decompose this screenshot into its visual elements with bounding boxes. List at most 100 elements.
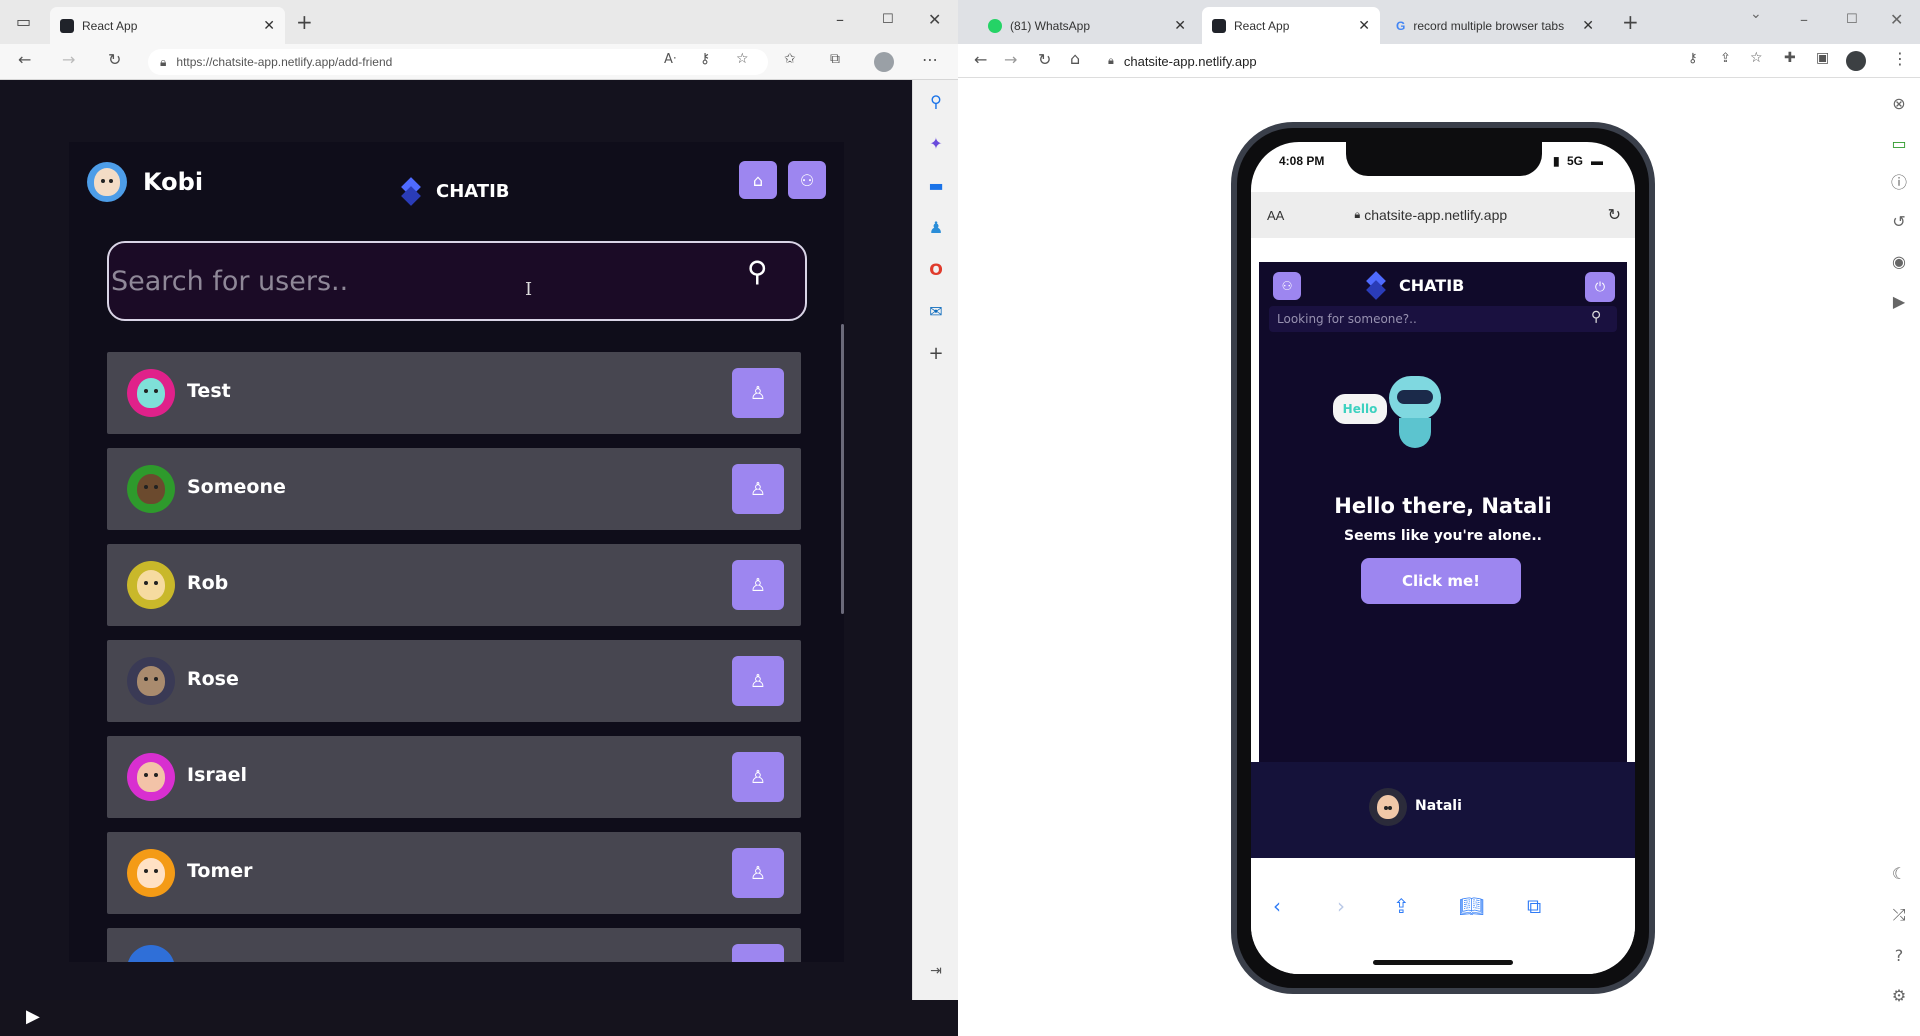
dark-mode-icon[interactable]: ☾ xyxy=(1888,862,1910,884)
new-tab-icon[interactable]: + xyxy=(296,10,313,34)
forward-icon[interactable]: → xyxy=(1004,50,1017,69)
search-icon[interactable]: ⚲ xyxy=(925,90,947,112)
close-panel-icon[interactable]: ⊗ xyxy=(1888,92,1910,114)
tools-icon[interactable]: ▬ xyxy=(925,174,947,196)
share-icon[interactable]: ⇪ xyxy=(1720,51,1731,66)
office-icon[interactable]: O xyxy=(925,258,947,280)
tab-close-icon[interactable]: ✕ xyxy=(263,17,275,34)
bookmarks-icon[interactable]: 📖︎ xyxy=(1459,894,1484,918)
key-icon[interactable]: ⚷ xyxy=(700,51,710,67)
search-icon[interactable]: ⚲ xyxy=(1591,309,1601,325)
lock-icon: 🔒︎ xyxy=(1354,208,1361,221)
minimize-icon[interactable]: – xyxy=(836,10,844,29)
video-icon[interactable]: ▶ xyxy=(1888,290,1910,312)
forward-icon[interactable]: → xyxy=(62,50,75,69)
favorite-icon[interactable]: ☆ xyxy=(736,51,749,67)
reload-icon[interactable]: ↻ xyxy=(108,50,121,69)
back-icon[interactable]: ← xyxy=(974,50,987,69)
power-button[interactable]: ⏻ xyxy=(1585,272,1615,302)
brand-logo: CHATIB xyxy=(398,178,510,204)
screen-icon[interactable]: ▭ xyxy=(1888,132,1910,154)
add-friend-button[interactable] xyxy=(732,944,784,962)
scrollbar[interactable] xyxy=(841,324,844,614)
tab-close-icon[interactable]: ✕ xyxy=(1358,17,1370,34)
home-button[interactable]: ⌂ xyxy=(739,161,777,199)
add-friend-button[interactable]: ♙ xyxy=(732,752,784,802)
safari-url-text: chatsite-app.netlify.app xyxy=(1364,207,1508,223)
read-aloud-icon[interactable]: Aᐧ xyxy=(664,52,676,67)
play-icon[interactable]: ▶ xyxy=(26,1006,40,1027)
more-icon[interactable]: ⋮ xyxy=(1892,49,1908,68)
tab-close-icon[interactable]: ✕ xyxy=(1174,17,1186,34)
games-icon[interactable]: ♟ xyxy=(925,216,947,238)
minimize-icon[interactable]: – xyxy=(1800,10,1808,29)
collections-icon[interactable]: ⧉ xyxy=(830,51,840,67)
phone-search-placeholder: Looking for someone?.. xyxy=(1277,312,1417,326)
history-icon[interactable]: ↺ xyxy=(1888,210,1910,232)
share-icon[interactable]: ⤮ xyxy=(1888,904,1910,926)
tab-whatsapp[interactable]: (81) WhatsApp ✕ xyxy=(978,7,1196,44)
add-friend-button[interactable]: ♙ xyxy=(732,464,784,514)
profile-avatar[interactable] xyxy=(1846,51,1866,71)
tab-title: (81) WhatsApp xyxy=(1010,18,1091,33)
status-signal-icon: ▮ xyxy=(1553,154,1560,168)
key-icon[interactable]: ⚷ xyxy=(1688,51,1698,66)
tab-react-app[interactable]: React App ✕ xyxy=(1202,7,1380,44)
maximize-icon[interactable]: ☐ xyxy=(1846,12,1858,27)
profile-avatar[interactable] xyxy=(874,52,894,72)
reload-icon[interactable]: ↻ xyxy=(1608,205,1621,225)
safari-address-bar[interactable]: AA 🔒︎ chatsite-app.netlify.app ↻ xyxy=(1251,192,1635,238)
sidebar-collapse-icon[interactable]: ⇥ xyxy=(925,960,947,982)
search-input[interactable] xyxy=(111,261,731,301)
reload-icon[interactable]: ↻ xyxy=(1038,50,1051,69)
settings-icon[interactable]: ⚙ xyxy=(1888,984,1910,1006)
phone-search-box[interactable]: Looking for someone?.. ⚲ xyxy=(1269,306,1617,332)
back-icon[interactable]: ← xyxy=(18,50,31,69)
discover-icon[interactable]: ✦ xyxy=(925,132,947,154)
tab-google-search[interactable]: G record multiple browser tabs ✕ xyxy=(1386,7,1604,44)
tab-react-app[interactable]: React App ✕ xyxy=(50,7,285,44)
avatar-face-icon xyxy=(94,168,120,196)
bookmark-star-icon[interactable]: ☆ xyxy=(1750,50,1763,66)
side-panel-icon[interactable]: ▣ xyxy=(1816,50,1829,66)
add-friend-button[interactable]: ♙ xyxy=(732,656,784,706)
power-icon: ⏻ xyxy=(1594,279,1606,295)
more-icon[interactable]: ⋯ xyxy=(922,50,938,69)
chatib-home-page: ⚇ CHATIB ⏻ Looking for someone?.. ⚲ Hell… xyxy=(1259,262,1627,762)
address-bar[interactable]: 🔒︎ chatsite-app.netlify.app xyxy=(1100,48,1660,74)
footer-user-name: Natali xyxy=(1415,798,1462,814)
user-add-icon: ♙ xyxy=(749,382,767,404)
add-friend-button[interactable]: ♙ xyxy=(732,848,784,898)
close-window-icon[interactable]: ✕ xyxy=(1890,10,1903,29)
friends-button[interactable]: ⚇ xyxy=(1273,272,1301,300)
home-icon[interactable]: ⌂ xyxy=(1070,49,1080,68)
tab-actions-icon[interactable]: ▭ xyxy=(16,12,31,31)
add-friend-button[interactable]: ♙ xyxy=(732,368,784,418)
tab-close-icon[interactable]: ✕ xyxy=(1582,17,1594,34)
tabs-icon[interactable]: ⧉ xyxy=(1527,894,1541,918)
close-window-icon[interactable]: ✕ xyxy=(928,10,941,29)
tab-search-icon[interactable]: ⌄ xyxy=(1750,6,1762,22)
avatar-face-icon xyxy=(137,762,165,792)
avatar-face-icon xyxy=(137,378,165,408)
share-icon[interactable]: ⇪ xyxy=(1393,894,1410,918)
forward-icon[interactable]: › xyxy=(1337,894,1345,918)
chatib-add-friend-page: Kobi CHATIB ⌂ ⚇ ⚲ I Test ♙ xyxy=(69,142,844,962)
phone-user-footer: Natali xyxy=(1251,762,1635,858)
maximize-icon[interactable]: ☐ xyxy=(882,12,894,27)
add-friend-nav-button[interactable]: ⚇ xyxy=(788,161,826,199)
camera-icon[interactable]: ◉ xyxy=(1888,250,1910,272)
click-me-button[interactable]: Click me! xyxy=(1361,558,1521,604)
add-friend-button[interactable]: ♙ xyxy=(732,560,784,610)
address-text: https://chatsite-app.netlify.app/add-fri… xyxy=(176,55,393,69)
new-tab-icon[interactable]: + xyxy=(1622,10,1639,34)
add-sidebar-icon[interactable]: + xyxy=(925,342,947,364)
help-icon[interactable]: ? xyxy=(1888,944,1910,966)
outlook-icon[interactable]: ✉ xyxy=(925,300,947,322)
search-icon[interactable]: ⚲ xyxy=(747,255,768,288)
favorites-icon[interactable]: ✩ xyxy=(784,51,796,67)
extensions-icon[interactable]: ✚ xyxy=(1784,50,1796,66)
info-icon[interactable]: ⓘ xyxy=(1888,170,1910,192)
back-icon[interactable]: ‹ xyxy=(1273,894,1281,918)
user-avatar xyxy=(1369,788,1407,826)
